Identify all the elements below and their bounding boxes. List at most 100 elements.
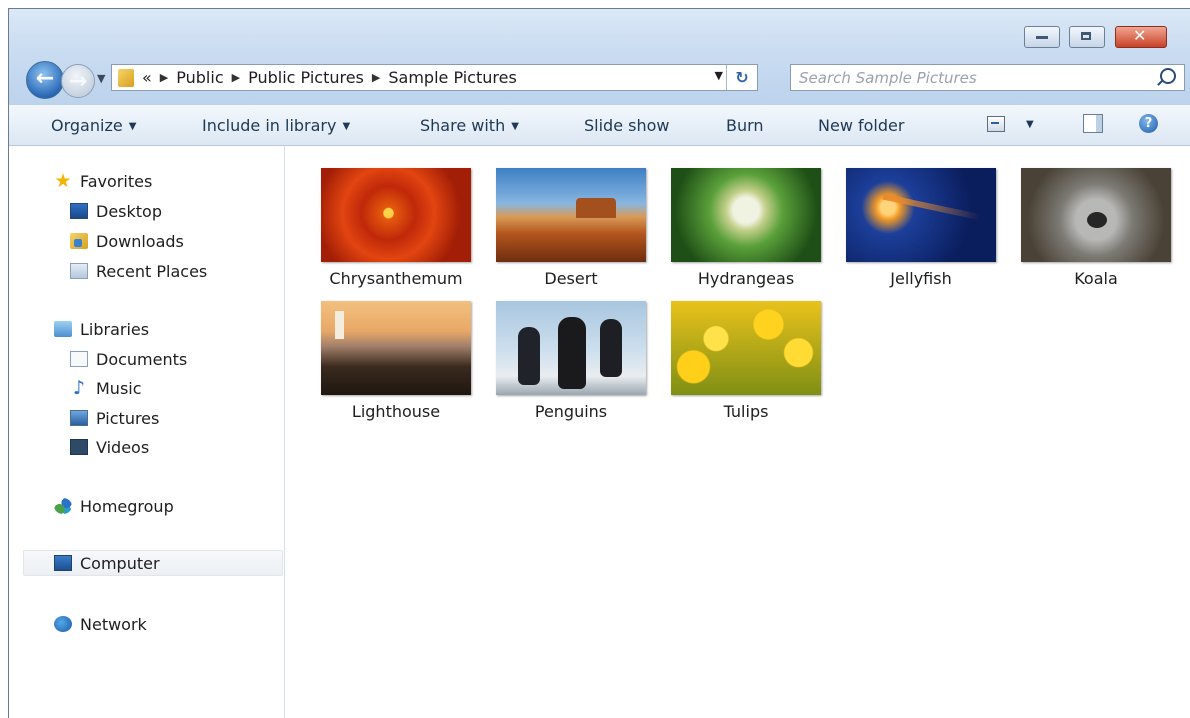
- refresh-button[interactable]: ↻: [726, 65, 757, 90]
- include-in-library-label: Include in library: [202, 116, 337, 135]
- search-input[interactable]: [797, 66, 1141, 90]
- homegroup-icon: [54, 498, 72, 514]
- nav-homegroup[interactable]: Homegroup: [54, 493, 174, 519]
- file-item[interactable]: Penguins: [470, 289, 646, 421]
- file-list: Chrysanthemum Desert Hydrangeas Jellyfis…: [285, 146, 1190, 718]
- nav-desktop-label: Desktop: [96, 201, 162, 221]
- dropdown-caret-icon: ▼: [342, 121, 351, 132]
- hydrangeas-thumbnail: [671, 168, 821, 262]
- nav-computer[interactable]: Computer: [23, 550, 283, 576]
- include-in-library-button[interactable]: Include in library ▼: [202, 116, 350, 135]
- share-with-button[interactable]: Share with ▼: [420, 116, 519, 135]
- slide-show-label: Slide show: [584, 116, 670, 135]
- burn-button[interactable]: Burn: [726, 116, 764, 135]
- slide-show-button[interactable]: Slide show: [584, 116, 669, 135]
- file-item[interactable]: Chrysanthemum: [295, 156, 471, 288]
- nav-pictures[interactable]: Pictures: [70, 405, 159, 431]
- file-item[interactable]: Hydrangeas: [645, 156, 821, 288]
- help-icon[interactable]: ?: [1139, 114, 1158, 133]
- nav-network-label: Network: [80, 614, 147, 634]
- file-item[interactable]: Jellyfish: [820, 156, 996, 288]
- back-button[interactable]: ←: [26, 61, 64, 99]
- nav-videos[interactable]: Videos: [70, 434, 149, 460]
- breadcrumb-public[interactable]: Public: [176, 68, 223, 87]
- file-name: Desert: [544, 269, 598, 288]
- breadcrumb-sample-pictures[interactable]: Sample Pictures: [388, 68, 516, 87]
- nav-computer-label: Computer: [80, 553, 160, 573]
- maximize-icon: [1081, 32, 1091, 40]
- nav-pictures-label: Pictures: [96, 408, 160, 428]
- close-button[interactable]: ✕: [1115, 26, 1167, 48]
- network-icon: [54, 616, 72, 632]
- documents-icon: [70, 351, 88, 367]
- nav-downloads[interactable]: Downloads: [70, 228, 184, 254]
- nav-music-label: Music: [96, 378, 142, 398]
- organize-label: Organize: [51, 116, 123, 135]
- chrysanthemum-thumbnail: [321, 168, 471, 262]
- computer-icon: [54, 555, 72, 571]
- lighthouse-thumbnail: [321, 301, 471, 395]
- file-item[interactable]: Desert: [470, 156, 646, 288]
- nav-recent-places[interactable]: Recent Places: [70, 258, 207, 284]
- file-name: Jellyfish: [890, 269, 952, 288]
- new-folder-label: New folder: [818, 116, 905, 135]
- burn-label: Burn: [726, 116, 764, 135]
- desert-thumbnail: [496, 168, 646, 262]
- preview-pane-icon[interactable]: [1083, 114, 1103, 133]
- nav-libraries[interactable]: Libraries: [54, 316, 149, 342]
- file-name: Penguins: [534, 402, 608, 421]
- nav-desktop[interactable]: Desktop: [70, 198, 162, 224]
- close-icon: ✕: [1133, 26, 1147, 45]
- pictures-icon: [70, 410, 88, 426]
- file-name: Lighthouse: [351, 402, 441, 421]
- file-item[interactable]: Lighthouse: [295, 289, 471, 421]
- nav-videos-label: Videos: [96, 437, 150, 457]
- nav-documents[interactable]: Documents: [70, 346, 187, 372]
- file-name: Koala: [1074, 269, 1118, 288]
- file-item[interactable]: Koala: [995, 156, 1171, 288]
- nav-homegroup-label: Homegroup: [80, 496, 174, 516]
- recent-pages-dropdown[interactable]: ▼: [97, 72, 105, 85]
- libraries-icon: [54, 321, 72, 337]
- star-icon: ★: [54, 170, 72, 192]
- file-name: Hydrangeas: [697, 269, 795, 288]
- breadcrumb-separator-icon[interactable]: ▶: [160, 71, 168, 84]
- breadcrumb-public-pictures[interactable]: Public Pictures: [248, 68, 364, 87]
- search-box[interactable]: [790, 64, 1185, 91]
- back-arrow-icon: ←: [35, 66, 55, 91]
- jellyfish-thumbnail: [846, 168, 996, 262]
- nav-music[interactable]: ♪ Music: [70, 375, 142, 401]
- videos-icon: [70, 439, 88, 455]
- search-icon[interactable]: [1160, 68, 1176, 84]
- nav-network[interactable]: Network: [54, 611, 147, 637]
- minimize-icon: [1036, 36, 1048, 39]
- address-dropdown-icon[interactable]: ▼: [715, 69, 723, 82]
- address-bar[interactable]: « ▶ Public ▶ Public Pictures ▶ Sample Pi…: [111, 64, 758, 91]
- nav-favorites-label: Favorites: [80, 171, 153, 191]
- change-view-icon[interactable]: [987, 116, 1005, 132]
- forward-button[interactable]: →: [61, 64, 95, 98]
- breadcrumb-separator-icon[interactable]: ▶: [232, 71, 240, 84]
- forward-arrow-icon: →: [68, 69, 88, 94]
- breadcrumb-separator-icon[interactable]: ▶: [372, 71, 380, 84]
- folder-icon: [118, 68, 134, 87]
- view-options-dropdown-icon[interactable]: ▼: [1026, 119, 1034, 130]
- refresh-icon: ↻: [735, 68, 749, 87]
- minimize-button[interactable]: [1024, 26, 1060, 48]
- recent-places-icon: [70, 263, 88, 279]
- nav-favorites[interactable]: ★ Favorites: [54, 168, 152, 194]
- dropdown-caret-icon: ▼: [128, 121, 137, 132]
- nav-downloads-label: Downloads: [96, 231, 184, 251]
- share-with-label: Share with: [420, 116, 506, 135]
- new-folder-button[interactable]: New folder: [818, 116, 904, 135]
- file-item[interactable]: Tulips: [645, 289, 821, 421]
- file-name: Chrysanthemum: [329, 269, 463, 288]
- command-bar: Organize ▼ Include in library ▼ Share with…: [9, 105, 1190, 146]
- tulips-thumbnail: [671, 301, 821, 395]
- organize-button[interactable]: Organize ▼: [51, 116, 136, 135]
- downloads-icon: [70, 233, 88, 249]
- penguins-thumbnail: [496, 301, 646, 395]
- navigation-pane: ★ Favorites Desktop Downloads Recent Plac…: [9, 146, 285, 718]
- maximize-button[interactable]: [1069, 26, 1105, 48]
- address-overflow[interactable]: «: [142, 68, 152, 87]
